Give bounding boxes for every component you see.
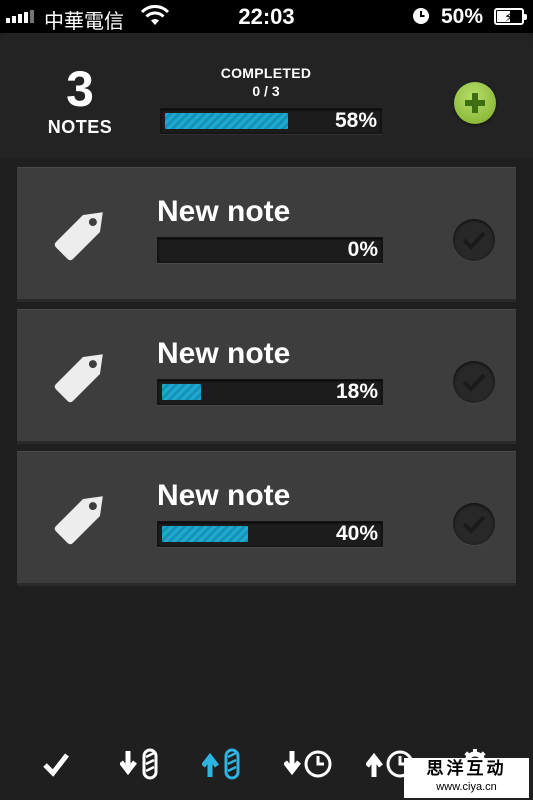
tag-icon	[54, 496, 103, 545]
battery-charging-icon: ⚡	[494, 8, 527, 25]
note-title: New note	[157, 479, 291, 512]
checkmark-icon	[462, 373, 486, 392]
checkmark-icon	[43, 753, 69, 777]
note-progress-label: 40%	[335, 522, 378, 545]
sort-time-descending-button[interactable]	[284, 744, 334, 784]
note-progress-bar: 18%	[157, 379, 383, 405]
completed-count: 0 / 3	[252, 83, 280, 99]
overall-progress-bar: 58%	[160, 108, 382, 134]
note-title: New note	[157, 337, 291, 370]
sort-up-progress-icon	[202, 748, 240, 780]
completed-title: COMPLETED	[220, 65, 312, 81]
note-progress-bar: 0%	[157, 237, 383, 263]
filter-completed-button[interactable]	[42, 744, 70, 784]
note-count-block: 3 NOTES	[30, 63, 130, 138]
complete-note-button[interactable]	[453, 503, 495, 545]
clock-lock-icon	[413, 8, 429, 24]
status-bar: 中華電信 22:03 50% ⚡	[0, 0, 533, 33]
note-title: New note	[157, 195, 291, 228]
note-count-label: NOTES	[47, 117, 113, 137]
sort-down-time-icon	[284, 750, 332, 778]
overall-progress-label: 58%	[334, 109, 377, 132]
sort-progress-ascending-button[interactable]	[202, 744, 244, 784]
note-item[interactable]: New note 0%	[17, 167, 516, 299]
sort-down-progress-icon	[120, 748, 158, 780]
summary-header: 3 NOTES COMPLETED 0 / 3 58%	[0, 33, 533, 158]
complete-note-button[interactable]	[453, 219, 495, 261]
tag-icon	[54, 354, 103, 403]
watermark-url: www.ciya.cn	[436, 781, 497, 793]
watermark-text: 思洋互动	[426, 759, 507, 778]
note-progress-bar: 40%	[157, 521, 383, 547]
note-progress-fill	[162, 384, 201, 400]
overall-progress-fill	[165, 113, 288, 129]
sort-progress-descending-button[interactable]	[120, 744, 162, 784]
watermark: 思洋互动 www.ciya.cn	[404, 758, 529, 798]
complete-note-button[interactable]	[453, 361, 495, 403]
note-progress-fill	[162, 526, 248, 542]
note-item[interactable]: New note 40%	[17, 451, 516, 583]
note-item[interactable]: New note 18%	[17, 309, 516, 441]
note-progress-label: 0%	[347, 238, 378, 261]
add-note-button[interactable]	[454, 82, 496, 124]
note-progress-label: 18%	[335, 380, 378, 403]
checkmark-icon	[462, 231, 486, 250]
plus-icon	[465, 93, 485, 113]
tag-icon	[54, 212, 103, 261]
note-count: 3	[66, 61, 94, 117]
battery-percent: 50%	[441, 5, 484, 28]
checkmark-icon	[462, 515, 486, 534]
completed-block: COMPLETED 0 / 3	[160, 65, 382, 99]
